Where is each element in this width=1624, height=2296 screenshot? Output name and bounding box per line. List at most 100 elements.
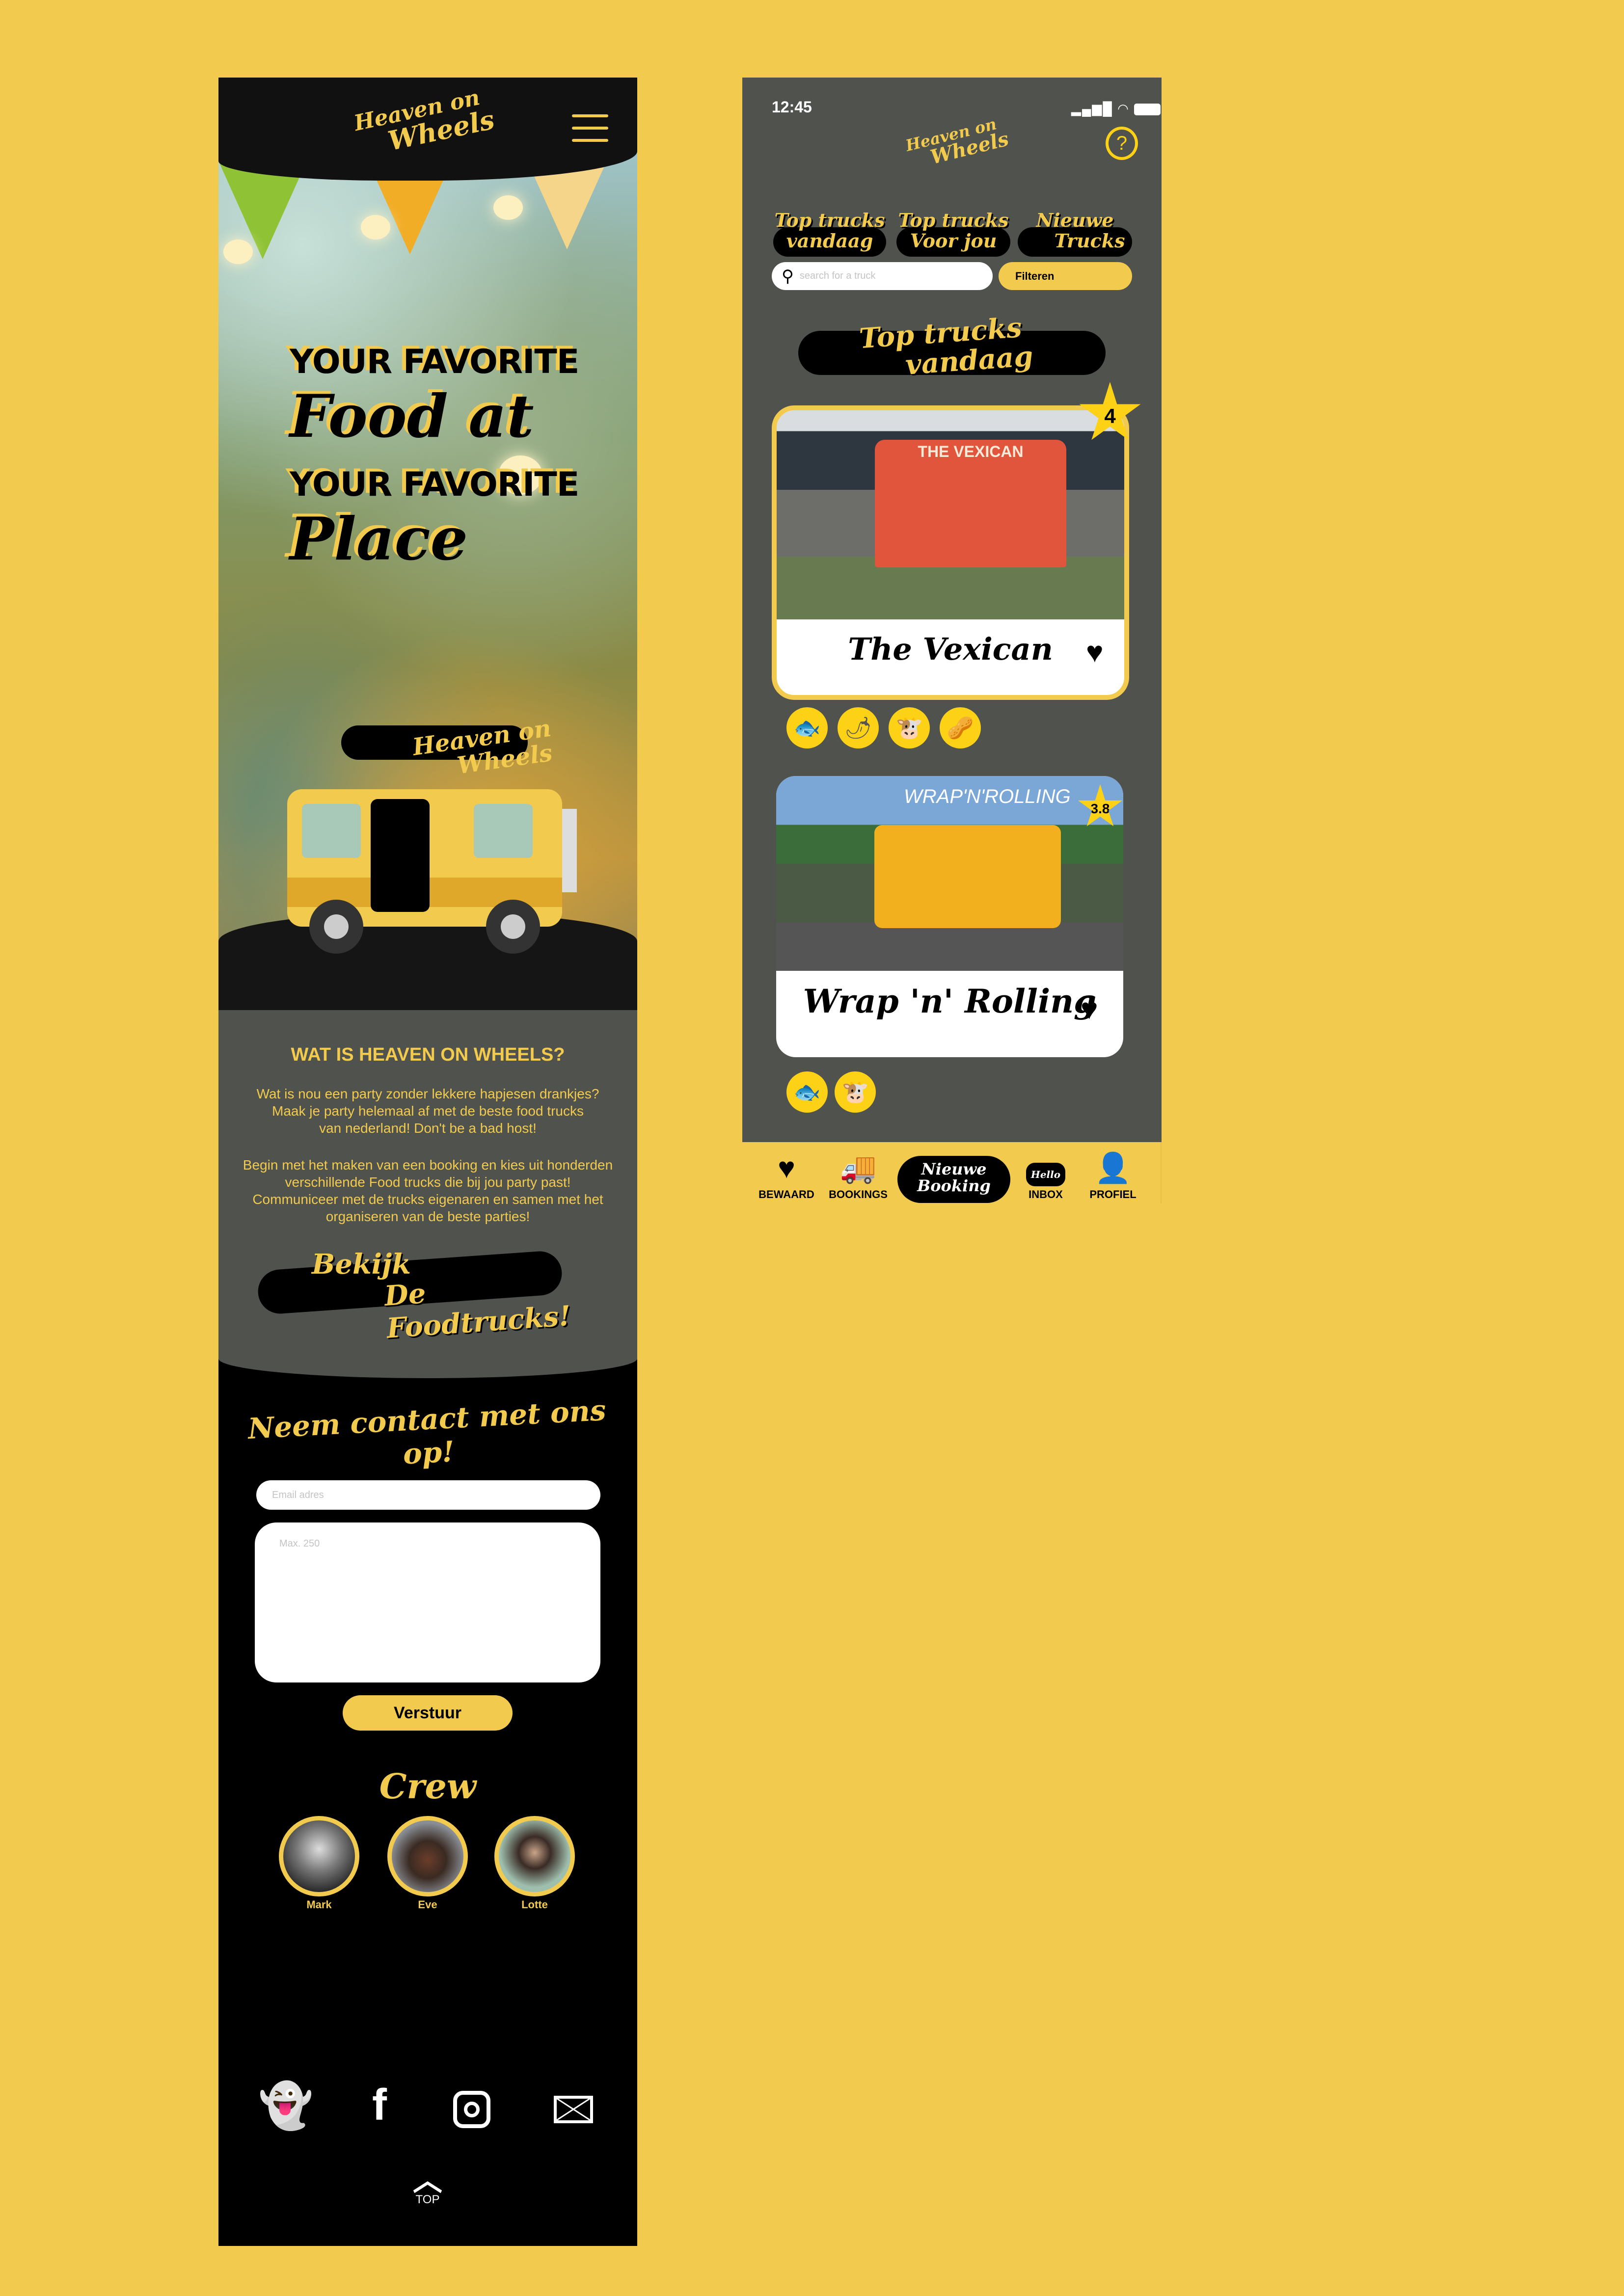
nav-label: Nieuwe — [921, 1160, 987, 1178]
about-line: verschillende Food trucks die bij jou pa… — [285, 1175, 571, 1190]
message-textarea[interactable]: Max. 250 — [255, 1522, 600, 1682]
truck-icon: 🚚 — [839, 1151, 877, 1184]
cow-icon: 🐮 — [889, 707, 930, 748]
signal-icon: ▂▄▆█ — [1071, 101, 1113, 116]
about-title: WAT IS HEAVEN ON WHEELS? — [291, 1044, 565, 1065]
tab-top-trucks-voor-jou[interactable]: Top trucks Voor jou — [896, 210, 1010, 269]
nav-bookings[interactable]: 🚚 BOOKINGS — [824, 1151, 893, 1201]
nav-label: INBOX — [1029, 1188, 1063, 1201]
food-tags: 🐟 🐮 — [786, 1071, 876, 1113]
truck-card[interactable]: WRAP'N'ROLLING Wrap 'n' Rolling ♥ — [776, 776, 1123, 1057]
top-label: TOP — [415, 2193, 440, 2206]
truck-photo: WRAP'N'ROLLING — [776, 776, 1123, 971]
tab-label: Trucks — [1054, 230, 1125, 252]
truck-photo: THE VEXICAN — [777, 410, 1124, 619]
submit-button[interactable]: Verstuur — [343, 1695, 513, 1731]
about-line: Wat is nou een party zonder lekkere hapj… — [256, 1086, 599, 1101]
truck-name: The Vexican — [848, 631, 1053, 667]
nav-label: BOOKINGS — [829, 1188, 888, 1201]
email-input[interactable]: Email adres — [256, 1480, 600, 1510]
meat-fish-icon: 🐟 — [786, 1071, 828, 1113]
site-logo[interactable]: Heaven on Wheels — [338, 84, 501, 163]
chili-icon: 🌶 — [838, 707, 879, 748]
user-icon: 👤 — [1094, 1151, 1132, 1184]
chat-bubble-icon: Hello — [1026, 1151, 1066, 1188]
nav-label: Booking — [917, 1176, 991, 1195]
truck-name: Wrap 'n' Rolling — [803, 982, 1097, 1020]
peanut-icon: 🥜 — [940, 707, 981, 748]
view-foodtrucks-button[interactable]: Bekijk De Foodtrucks! — [253, 1246, 596, 1345]
facebook-icon[interactable]: f — [350, 2080, 409, 2131]
contact-title: Neem contact met ons op! — [247, 1393, 607, 1471]
crew-name: Eve — [418, 1898, 437, 1911]
website-mockup: Heaven on Wheels YOUR FAVORITE Food at Y… — [218, 78, 637, 2246]
battery-icon — [1134, 104, 1161, 116]
app-logo: Heaven on Wheels — [887, 112, 1020, 177]
light-bulb — [493, 195, 523, 220]
about-paragraph-2: Begin met het maken van een booking en k… — [218, 1156, 637, 1225]
new-booking-button[interactable]: Nieuwe Booking — [897, 1156, 1010, 1203]
instagram-icon[interactable] — [453, 2091, 490, 2128]
tab-label: Nieuwe — [1036, 209, 1114, 231]
search-placeholder: search for a truck — [799, 270, 876, 281]
section-title: Top trucks vandaag — [858, 311, 1034, 383]
back-to-top-button[interactable]: ︿ TOP — [403, 2164, 452, 2207]
wifi-icon: ◠ — [1117, 101, 1130, 116]
site-header: Heaven on Wheels — [218, 78, 637, 181]
crew-member: Mark — [279, 1816, 359, 1911]
light-bulb — [361, 215, 390, 240]
about-line: Communiceer met de trucks eigenaren en s… — [252, 1192, 603, 1207]
heart-icon[interactable]: ♥ — [1081, 992, 1098, 1026]
hero-line3: YOUR FAVORITE — [290, 465, 579, 504]
about-line: Begin met het maken van een booking en k… — [243, 1157, 613, 1173]
crew-member: Lotte — [494, 1816, 575, 1911]
nav-label: PROFIEL — [1089, 1188, 1137, 1201]
bubble-text: Hello — [1026, 1163, 1066, 1186]
crew-name: Lotte — [521, 1898, 548, 1911]
hero-line1: YOUR FAVORITE — [290, 343, 579, 381]
meat-fish-icon: 🐟 — [786, 707, 828, 748]
help-icon[interactable]: ? — [1106, 127, 1138, 160]
about-line: organiseren van de beste parties! — [325, 1209, 530, 1224]
hero-line2: Food at — [290, 382, 534, 451]
avatar — [279, 1816, 359, 1896]
nav-bewaard[interactable]: ♥ BEWAARD — [757, 1151, 816, 1201]
nav-profiel[interactable]: 👤 PROFIEL — [1086, 1151, 1140, 1201]
app-mockup: 12:45 ▂▄▆█ ◠ Heaven on Wheels ? Top truc… — [742, 78, 1162, 1142]
hamburger-menu-icon[interactable] — [572, 114, 608, 142]
truck-card[interactable]: THE VEXICAN The Vexican ♥ — [772, 405, 1129, 700]
nav-label: BEWAARD — [758, 1188, 814, 1201]
about-line: Maak je party helemaal af met de beste f… — [272, 1103, 584, 1119]
cta-line1: Bekijk — [312, 1248, 411, 1281]
crew-member: Eve — [387, 1816, 468, 1911]
chevron-up-icon: ︿ — [413, 2164, 442, 2197]
status-time: 12:45 — [772, 98, 812, 116]
search-icon: ⚲ — [782, 267, 794, 286]
cow-icon: 🐮 — [835, 1071, 876, 1113]
truck-sign: THE VEXICAN — [875, 440, 1066, 567]
crew-name: Mark — [306, 1898, 332, 1911]
tab-label: Top trucks — [774, 209, 885, 231]
about-line: van nederland! Don't be a bad host! — [319, 1121, 537, 1136]
truck-sign: WRAP'N'ROLLING — [904, 786, 1071, 807]
food-tags: 🐟 🌶 🐮 🥜 — [786, 707, 981, 748]
tab-label: Top trucks — [898, 209, 1009, 231]
crew-title: Crew — [379, 1766, 477, 1807]
snapchat-icon[interactable]: 👻 — [256, 2080, 315, 2132]
nav-inbox[interactable]: Hello INBOX — [1021, 1151, 1070, 1201]
avatar — [387, 1816, 468, 1896]
bottom-nav: ♥ BEWAARD 🚚 BOOKINGS Nieuwe Booking Hello IN… — [742, 1142, 1162, 1203]
filter-button[interactable]: Filteren — [999, 262, 1132, 290]
hero-line4: Place — [290, 505, 468, 574]
heart-icon[interactable]: ♥ — [1086, 635, 1104, 669]
about-paragraph-1: Wat is nou een party zonder lekkere hapj… — [218, 1085, 637, 1137]
status-icons: ▂▄▆█ ◠ — [1071, 101, 1161, 116]
tab-label: vandaag — [786, 230, 873, 252]
light-bulb — [223, 240, 253, 264]
mail-icon[interactable] — [554, 2096, 593, 2123]
tab-top-trucks-vandaag[interactable]: Top trucks vandaag — [773, 210, 886, 269]
search-input[interactable]: ⚲ search for a truck — [772, 262, 993, 290]
avatar — [494, 1816, 575, 1896]
tab-nieuwe-trucks[interactable]: Nieuwe Trucks — [1018, 210, 1132, 269]
tab-label: Voor jou — [910, 230, 997, 252]
